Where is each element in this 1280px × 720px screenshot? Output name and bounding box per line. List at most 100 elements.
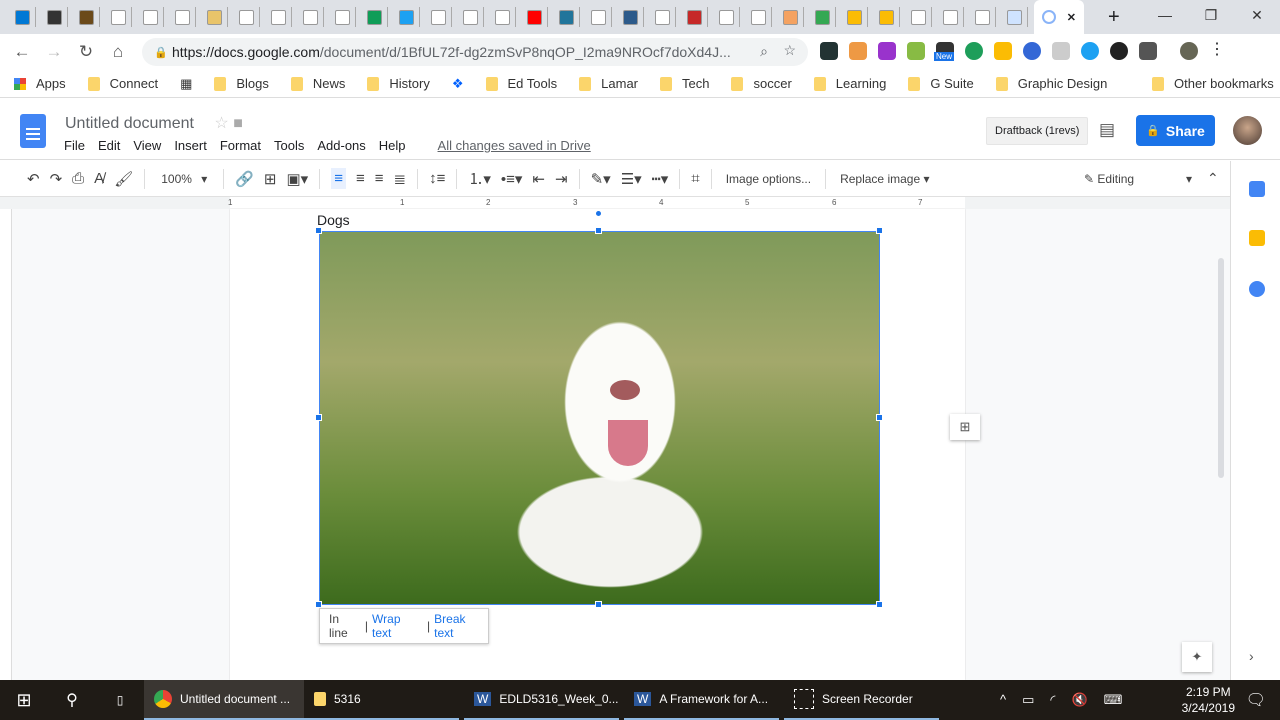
battery-icon[interactable]: ▭: [1022, 692, 1034, 708]
horizontal-ruler[interactable]: 1 1 2 3 4 5 6 7: [0, 197, 1230, 209]
calendar-icon[interactable]: [1249, 181, 1265, 197]
increase-indent-icon[interactable]: ⇥: [555, 170, 568, 188]
new-tab-button[interactable]: +: [1108, 6, 1120, 29]
share-button[interactable]: 🔒 Share: [1136, 115, 1215, 146]
browser-tab[interactable]: [426, 7, 452, 27]
extension-icon[interactable]: [1081, 42, 1099, 60]
add-comment-icon[interactable]: ⊞: [264, 170, 277, 188]
scrollbar[interactable]: [1218, 258, 1224, 478]
redo-icon[interactable]: ↷: [50, 170, 63, 188]
taskbar-item-word[interactable]: W EDLD5316_Week_0...: [464, 680, 619, 720]
docs-logo-icon[interactable]: [20, 114, 46, 148]
paint-format-icon[interactable]: 🖌: [114, 170, 133, 188]
keyboard-icon[interactable]: ⌨: [1104, 692, 1123, 708]
bookmark-soccer[interactable]: soccer: [731, 76, 792, 91]
bulleted-list-icon[interactable]: •≡▾: [501, 170, 523, 188]
browser-tab[interactable]: [1002, 7, 1028, 27]
replace-image-button[interactable]: Replace image ▾: [840, 172, 929, 186]
align-right-icon[interactable]: ≡: [375, 170, 384, 187]
browser-tab[interactable]: [970, 7, 996, 27]
bookmark-connect[interactable]: Connect: [87, 76, 158, 91]
browser-tab[interactable]: [234, 7, 260, 27]
folder-icon[interactable]: ■: [233, 115, 243, 132]
browser-tab[interactable]: [618, 7, 644, 27]
star-icon[interactable]: ☆: [214, 115, 228, 132]
bookmark-tech[interactable]: Tech: [660, 76, 709, 91]
bookmark-g-suite[interactable]: G Suite: [908, 76, 974, 91]
wifi-icon[interactable]: ◜: [1050, 692, 1055, 708]
undo-icon[interactable]: ↶: [27, 170, 40, 188]
menu-edit[interactable]: Edit: [98, 138, 120, 153]
bookmark-apps[interactable]: Apps: [14, 76, 66, 91]
taskbar-item-chrome[interactable]: Untitled document ...: [144, 680, 304, 720]
extension-icon[interactable]: [907, 42, 925, 60]
menu-insert[interactable]: Insert: [174, 138, 207, 153]
browser-tab[interactable]: [842, 7, 868, 27]
close-window-button[interactable]: ✕: [1234, 0, 1280, 30]
extension-icon[interactable]: [820, 42, 838, 60]
link-icon[interactable]: 🔗: [235, 170, 254, 188]
save-status[interactable]: All changes saved in Drive: [438, 138, 591, 153]
drive-icon[interactable]: [994, 42, 1012, 60]
back-icon[interactable]: ←: [6, 42, 38, 62]
browser-tab[interactable]: [74, 7, 100, 27]
print-icon[interactable]: ⎙: [72, 170, 84, 187]
resize-handle[interactable]: [315, 414, 322, 421]
zoom-select[interactable]: 100% ▾: [161, 172, 207, 186]
clock[interactable]: 2:19 PM 3/24/2019: [1182, 684, 1235, 716]
browser-tab[interactable]: [298, 7, 324, 27]
decrease-indent-icon[interactable]: ⇤: [532, 170, 545, 188]
document-heading[interactable]: Dogs: [317, 212, 350, 228]
taskbar-item-word[interactable]: W A Framework for A...: [624, 680, 779, 720]
chevron-up-icon[interactable]: ^: [1000, 692, 1006, 708]
expand-panel-icon[interactable]: ›: [1249, 648, 1265, 664]
browser-tab[interactable]: [106, 7, 132, 27]
spellcheck-icon[interactable]: A̸: [94, 170, 104, 187]
menu-tools[interactable]: Tools: [274, 138, 304, 153]
extension-icon[interactable]: New: [934, 42, 955, 61]
profile-avatar[interactable]: [1180, 42, 1198, 60]
insert-image-icon[interactable]: ▣▾: [287, 170, 309, 188]
browser-tab[interactable]: [714, 7, 740, 27]
browser-tab[interactable]: [138, 7, 164, 27]
browser-tab[interactable]: [458, 7, 484, 27]
bookmark-news[interactable]: News: [290, 76, 345, 91]
bookmark-usaa-icon[interactable]: ▦: [180, 76, 192, 92]
menu-add-ons[interactable]: Add-ons: [317, 138, 365, 153]
reload-icon[interactable]: ↻: [70, 42, 102, 62]
extension-icon[interactable]: [1052, 42, 1070, 60]
browser-tab[interactable]: [490, 7, 516, 27]
browser-tab[interactable]: [202, 7, 228, 27]
extension-icon[interactable]: [1139, 42, 1157, 60]
bookmark-lamar[interactable]: Lamar: [579, 76, 638, 91]
extension-icon[interactable]: [849, 42, 867, 60]
menu-file[interactable]: File: [64, 138, 85, 153]
border-dash-icon[interactable]: ┅▾: [652, 170, 669, 188]
resize-handle[interactable]: [595, 227, 602, 234]
browser-tab[interactable]: [170, 7, 196, 27]
minimize-button[interactable]: —: [1142, 0, 1188, 30]
collapse-toolbar-icon[interactable]: ⌃: [1207, 170, 1219, 187]
extension-icon[interactable]: [1110, 42, 1128, 60]
zoom-icon[interactable]: ⌕: [760, 43, 768, 60]
search-icon[interactable]: ⚲: [48, 690, 96, 710]
dog-image[interactable]: [319, 231, 880, 605]
browser-tab[interactable]: [682, 7, 708, 27]
bookmark-star-icon[interactable]: ☆: [783, 42, 796, 59]
bookmark-ed-tools[interactable]: Ed Tools: [485, 76, 557, 91]
browser-tab[interactable]: [10, 7, 36, 27]
resize-handle[interactable]: [315, 227, 322, 234]
browser-tab[interactable]: [938, 7, 964, 27]
extension-icon[interactable]: [965, 42, 983, 60]
browser-tab[interactable]: [810, 7, 836, 27]
browser-tab[interactable]: [746, 7, 772, 27]
taskbar-item-recorder[interactable]: Screen Recorder: [784, 680, 939, 720]
browser-tab[interactable]: [650, 7, 676, 27]
resize-handle[interactable]: [595, 601, 602, 608]
align-center-icon[interactable]: ≡: [356, 170, 365, 187]
menu-icon[interactable]: ⋮: [1209, 42, 1227, 60]
menu-view[interactable]: View: [133, 138, 161, 153]
document-title[interactable]: Untitled document ☆ ■: [65, 113, 243, 133]
browser-tab[interactable]: [586, 7, 612, 27]
browser-tab[interactable]: [874, 7, 900, 27]
